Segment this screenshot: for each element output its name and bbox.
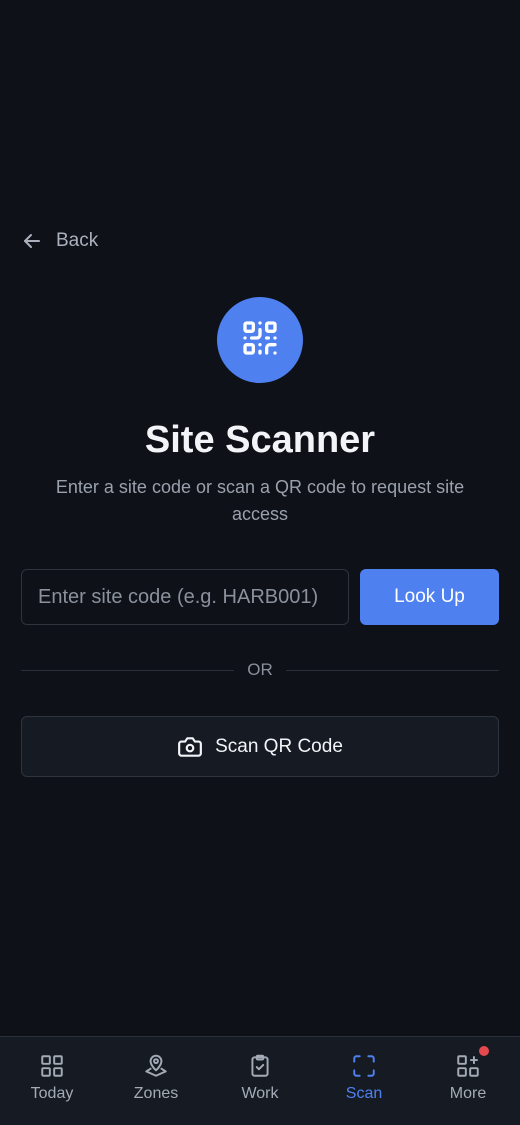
map-pin-icon [143,1053,169,1079]
nav-item-work[interactable]: Work [208,1037,312,1125]
nav-item-zones[interactable]: Zones [104,1037,208,1125]
scan-qr-code-button[interactable]: Scan QR Code [21,716,499,777]
grid-icon [39,1053,65,1079]
back-button[interactable]: Back [22,228,98,254]
or-divider: OR [21,658,499,682]
divider-line-left [21,669,235,671]
page-subtitle: Enter a site code or scan a QR code to r… [55,477,465,524]
nav-label-today: Today [30,1085,74,1102]
site-code-input[interactable] [21,569,349,625]
notification-dot [479,1046,489,1056]
divider-line-right [285,669,499,671]
nav-label-more: More [449,1085,487,1102]
site-scanner-logo [217,297,303,383]
apps-icon [455,1046,489,1079]
nav-label-work: Work [241,1085,279,1102]
bottom-nav: Today Zones Work Scan More [0,1036,520,1125]
nav-item-scan[interactable]: Scan [312,1037,416,1125]
nav-label-zones: Zones [133,1085,179,1102]
qr-code-icon [240,318,280,363]
arrow-left-icon [22,231,42,251]
look-up-button[interactable]: Look Up [360,569,499,625]
clipboard-check-icon [247,1053,273,1079]
scan-frame-icon [351,1053,377,1079]
divider-label: OR [247,660,273,679]
nav-item-today[interactable]: Today [0,1037,104,1125]
nav-item-more[interactable]: More [416,1037,520,1125]
page-title: Site Scanner [144,419,376,461]
camera-icon [177,734,203,760]
back-label: Back [56,230,99,251]
nav-label-scan: Scan [345,1085,383,1102]
scan-button-label: Scan QR Code [215,735,343,757]
